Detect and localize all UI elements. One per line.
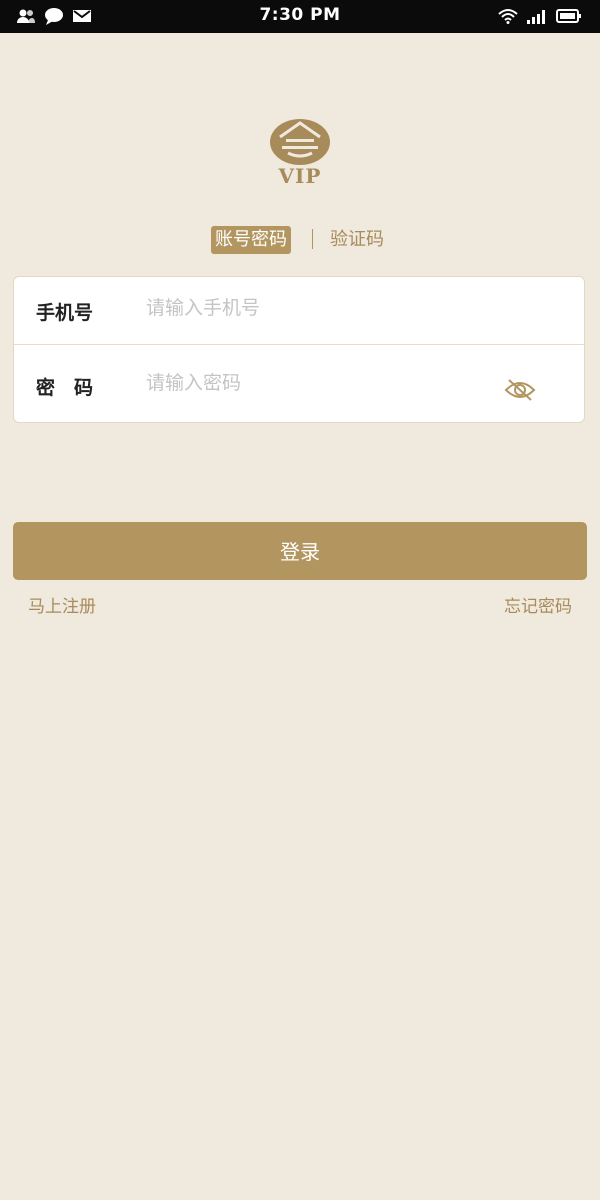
battery-icon (556, 9, 581, 23)
logo-text: VIP (278, 164, 322, 188)
password-row: 密 码 (14, 345, 584, 423)
wifi-icon (498, 9, 518, 24)
tab-account-password[interactable]: 账号密码 (211, 226, 291, 254)
phone-row: 手机号 (14, 277, 584, 345)
password-label: 密 码 (36, 377, 94, 399)
system-icons (498, 8, 582, 24)
tab-divider (312, 229, 313, 249)
register-link[interactable]: 马上注册 (28, 592, 96, 617)
forgot-password-link[interactable]: 忘记密码 (504, 592, 572, 617)
tab-verification-code[interactable]: 验证码 (330, 226, 384, 254)
logo-emblem (270, 119, 330, 165)
login-mode-tabs: 账号密码 验证码 (0, 226, 600, 254)
vip-logo: VIP (268, 118, 332, 188)
login-button[interactable]: 登录 (13, 522, 587, 580)
login-form: 手机号 密 码 (13, 276, 585, 423)
signal-icon (527, 10, 545, 24)
phone-input[interactable] (146, 297, 486, 319)
phone-label: 手机号 (36, 302, 94, 324)
status-bar: 7:30 PM (0, 0, 600, 33)
eye-off-icon[interactable] (504, 377, 536, 403)
password-input[interactable] (146, 372, 486, 394)
